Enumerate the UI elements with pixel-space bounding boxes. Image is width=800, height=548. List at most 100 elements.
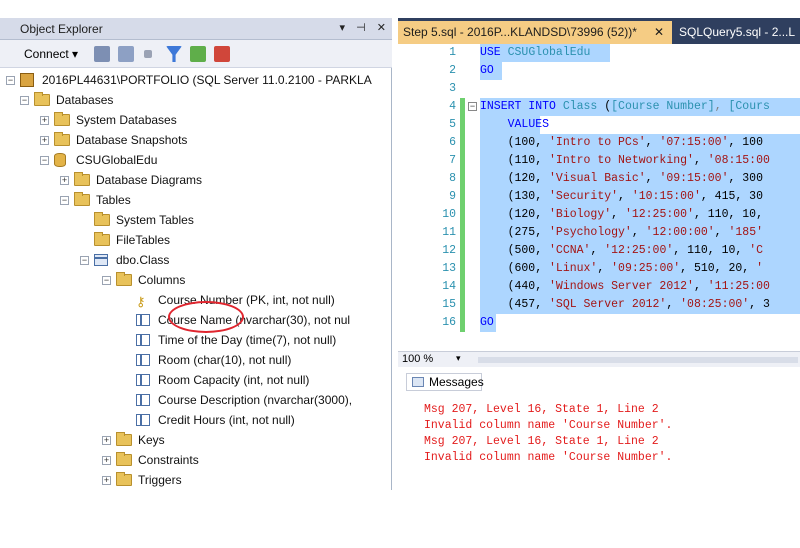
tree-node[interactable]: Credit Hours (int, not null) bbox=[0, 410, 392, 430]
tab-step5-sql[interactable]: Step 5.sql - 2016P...KLANDSD\73996 (52))… bbox=[398, 21, 672, 44]
message-line: Invalid column name 'Course Number'. bbox=[424, 419, 673, 432]
tree-node[interactable]: − Tables bbox=[0, 190, 392, 210]
code-text: (100, 'Intro to PCs', '07:15:00', 100 bbox=[480, 136, 763, 149]
expand-icon[interactable]: + bbox=[40, 136, 49, 145]
collapse-icon[interactable]: − bbox=[40, 156, 49, 165]
refresh-icon[interactable] bbox=[190, 46, 206, 62]
change-marker bbox=[460, 170, 465, 188]
object-explorer-titlebar: Object Explorer ▾ ⊣ ✕ bbox=[0, 18, 392, 40]
tree-node[interactable]: Course Description (nvarchar(3000), bbox=[0, 390, 392, 410]
column-icon bbox=[136, 414, 150, 426]
tree-node[interactable]: Time of the Day (time(7), not null) bbox=[0, 330, 392, 350]
code-line[interactable]: 3 bbox=[398, 80, 800, 98]
collapse-icon[interactable]: − bbox=[80, 256, 89, 265]
close-icon[interactable]: ✕ bbox=[654, 21, 664, 44]
red-annotation-circle bbox=[168, 301, 244, 333]
collapse-icon[interactable]: − bbox=[6, 76, 15, 85]
code-line[interactable]: 12 (500, 'CCNA', '12:25:00', 110, 10, 'C bbox=[398, 242, 800, 260]
tree-node[interactable]: Room Capacity (int, not null) bbox=[0, 370, 392, 390]
zoom-level[interactable]: 100 % bbox=[402, 353, 433, 365]
pin-icon[interactable]: ⊣ bbox=[356, 22, 366, 34]
tree-node[interactable]: + Triggers bbox=[0, 470, 392, 488]
folder-icon bbox=[116, 272, 132, 286]
message-line: Msg 207, Level 16, State 1, Line 2 bbox=[424, 403, 659, 416]
expand-icon[interactable]: + bbox=[102, 436, 111, 445]
line-number: 3 bbox=[449, 82, 456, 95]
collapse-icon[interactable]: − bbox=[468, 102, 477, 111]
code-text: (120, 'Visual Basic', '09:15:00', 300 bbox=[480, 172, 763, 185]
change-marker bbox=[460, 314, 465, 332]
code-editor[interactable]: 1 USE CSUGlobalEdu 2 GO 3 4 − INSERT INTO Class… bbox=[398, 44, 800, 351]
code-line[interactable]: 14 (440, 'Windows Server 2012', '11:25:0… bbox=[398, 278, 800, 296]
code-line[interactable]: 10 (120, 'Biology', '12:25:00', 110, 10, bbox=[398, 206, 800, 224]
tree-node[interactable]: − dbo.Class bbox=[0, 250, 392, 270]
dropdown-icon[interactable]: ▾ bbox=[340, 22, 346, 34]
expand-icon[interactable]: + bbox=[40, 116, 49, 125]
change-marker bbox=[460, 260, 465, 278]
disconnect-icon[interactable] bbox=[118, 46, 134, 62]
code-line[interactable]: 8 (120, 'Visual Basic', '09:15:00', 300 bbox=[398, 170, 800, 188]
horizontal-scrollbar[interactable] bbox=[478, 357, 798, 363]
code-line[interactable]: 13 (600, 'Linux', '09:25:00', 510, 20, ' bbox=[398, 260, 800, 278]
tree-node[interactable]: + Database Diagrams bbox=[0, 170, 392, 190]
code-line[interactable]: 11 (275, 'Psychology', '12:00:00', '185' bbox=[398, 224, 800, 242]
expand-icon[interactable]: + bbox=[102, 456, 111, 465]
expand-icon[interactable]: + bbox=[102, 476, 111, 485]
code-text: VALUES bbox=[507, 118, 550, 131]
column-icon bbox=[136, 394, 150, 406]
tree-node-label: FileTables bbox=[116, 233, 171, 247]
tree-node[interactable]: + Database Snapshots bbox=[0, 130, 392, 150]
tree-node[interactable]: + Constraints bbox=[0, 450, 392, 470]
connect-button[interactable]: Connect ▾ bbox=[24, 47, 78, 61]
server-icon bbox=[20, 73, 34, 87]
tree-node[interactable]: − Columns bbox=[0, 270, 392, 290]
code-line[interactable]: 4 − INSERT INTO Class ([Course Number], [C… bbox=[398, 98, 800, 116]
code-line[interactable]: 1 USE CSUGlobalEdu bbox=[398, 44, 800, 62]
line-number: 8 bbox=[449, 172, 456, 185]
activity-monitor-icon[interactable] bbox=[214, 46, 230, 62]
tree-node[interactable]: Room (char(10), not null) bbox=[0, 350, 392, 370]
tree-node-label: System Databases bbox=[76, 113, 177, 127]
tree-node[interactable]: System Tables bbox=[0, 210, 392, 230]
messages-tab-label: Messages bbox=[429, 375, 484, 389]
code-line[interactable]: 2 GO bbox=[398, 62, 800, 80]
tree-node-label: System Tables bbox=[116, 213, 194, 227]
expand-icon[interactable]: + bbox=[60, 176, 69, 185]
tree-node-label: Constraints bbox=[138, 453, 199, 467]
code-line[interactable]: 5 VALUES bbox=[398, 116, 800, 134]
line-number: 13 bbox=[442, 262, 456, 275]
collapse-icon[interactable]: − bbox=[102, 276, 111, 285]
tree-node[interactable]: FileTables bbox=[0, 230, 392, 250]
code-line[interactable]: 6 (100, 'Intro to PCs', '07:15:00', 100 bbox=[398, 134, 800, 152]
tree-node-label: Tables bbox=[96, 193, 131, 207]
stop-icon[interactable] bbox=[144, 50, 152, 58]
folder-icon bbox=[74, 172, 90, 186]
tree-node[interactable]: + System Databases bbox=[0, 110, 392, 130]
collapse-icon[interactable]: − bbox=[20, 96, 29, 105]
folder-icon bbox=[94, 232, 110, 246]
line-number: 15 bbox=[442, 298, 456, 311]
close-icon[interactable]: ✕ bbox=[377, 22, 386, 34]
code-text: GO bbox=[480, 64, 494, 77]
tree-node[interactable]: − 2016PL44631\PORTFOLIO (SQL Server 11.0.… bbox=[0, 70, 392, 90]
tab-messages[interactable]: Messages bbox=[406, 373, 484, 391]
tab-sqlquery5[interactable]: SQLQuery5.sql - 2...L bbox=[674, 21, 800, 44]
tree-node[interactable]: + Keys bbox=[0, 430, 392, 450]
tree-node[interactable]: − Databases bbox=[0, 90, 392, 110]
tree-node[interactable]: − CSUGlobalEdu bbox=[0, 150, 392, 170]
line-number: 4 bbox=[449, 100, 456, 113]
connect-object-icon[interactable] bbox=[94, 46, 110, 62]
object-explorer-title: Object Explorer bbox=[20, 22, 103, 36]
code-text: GO bbox=[480, 316, 494, 329]
code-line[interactable]: 7 (110, 'Intro to Networking', '08:15:00 bbox=[398, 152, 800, 170]
filter-icon[interactable] bbox=[166, 46, 182, 62]
code-line[interactable]: 9 (130, 'Security', '10:15:00', 415, 30 bbox=[398, 188, 800, 206]
collapse-icon[interactable]: − bbox=[60, 196, 69, 205]
code-line[interactable]: 16 GO bbox=[398, 314, 800, 332]
change-marker bbox=[460, 188, 465, 206]
tree-node-label: Database Snapshots bbox=[76, 133, 188, 147]
change-marker bbox=[460, 98, 465, 116]
code-text: INSERT INTO Class ([Course Number], [Cou… bbox=[480, 100, 770, 113]
code-line[interactable]: 15 (457, 'SQL Server 2012', '08:25:00', … bbox=[398, 296, 800, 314]
chevron-down-icon[interactable]: ▾ bbox=[456, 353, 461, 364]
